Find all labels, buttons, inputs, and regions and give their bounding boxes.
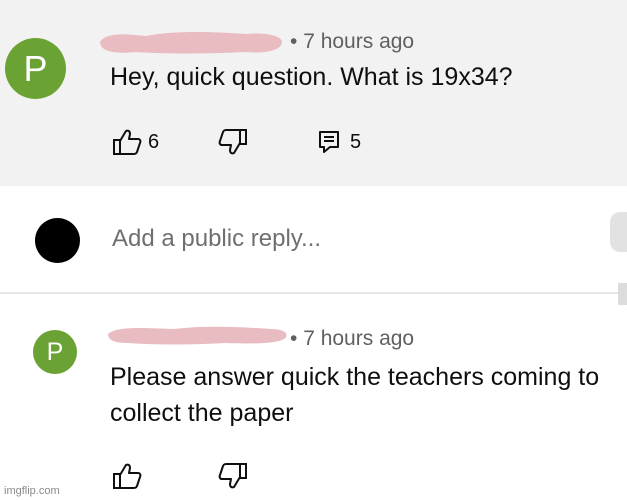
avatar-letter: P [23,47,48,89]
thumbs-down-icon[interactable] [218,462,248,490]
divider [0,292,627,294]
user-avatar [35,218,80,263]
reply-timestamp: • 7 hours ago [290,327,415,350]
thumbs-down-icon[interactable] [218,128,248,156]
avatar[interactable]: P [5,38,66,99]
redacted-username [108,326,287,345]
reply-input[interactable]: Add a public reply... [112,225,321,253]
reply-text-line-1: Please answer quick the teachers coming … [110,363,600,391]
edge-fragment [610,212,627,252]
reply-count: 5 [350,131,362,153]
reply-comment-icon[interactable] [318,130,340,154]
watermark: imgflip.com [4,485,60,497]
comment-text: Hey, quick question. What is 19x34? [110,63,513,91]
edge-fragment [618,283,627,305]
thumbs-up-icon[interactable] [112,462,142,490]
redacted-username [100,32,282,54]
comment-time: 7 hours ago [303,30,415,53]
reply-time: 7 hours ago [303,327,415,350]
reply-avatar[interactable]: P [33,330,77,374]
reply-text-line-2: collect the paper [110,399,294,427]
thumbs-up-icon[interactable] [112,128,142,156]
like-count: 6 [148,131,160,153]
reply-avatar-letter: P [46,337,64,366]
comment-timestamp: • 7 hours ago [290,30,415,53]
